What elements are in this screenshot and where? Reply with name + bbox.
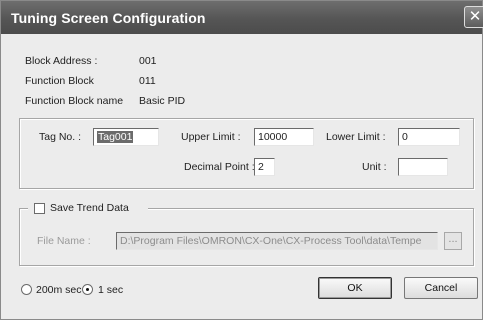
block-address-label: Block Address : [25,55,98,67]
radio-200ms-label[interactable]: 200m sec [36,284,82,296]
radio-1s-label[interactable]: 1 sec [98,284,123,296]
lower-limit-input[interactable]: 0 [398,128,460,146]
dialog-title: Tuning Screen Configuration [11,10,206,26]
browse-button[interactable]: ... [444,232,462,250]
block-address-value: 001 [139,55,157,67]
decimal-point-input[interactable]: 2 [254,158,275,176]
dialog-window: Tuning Screen Configuration ✕ Block Addr… [0,0,483,320]
lower-limit-label: Lower Limit : [326,131,386,143]
close-icon: ✕ [468,8,482,25]
upper-limit-label: Upper Limit : [181,131,241,143]
save-trend-label[interactable]: Save Trend Data [50,202,129,214]
file-name-input[interactable]: D:\Program Files\OMRON\CX-One\CX-Process… [116,232,438,250]
unit-label: Unit : [362,161,387,173]
file-name-label: File Name : [37,235,91,247]
function-block-label: Function Block [25,75,94,87]
ok-button[interactable]: OK [318,277,392,299]
tag-no-label: Tag No. : [39,131,82,143]
title-bar[interactable]: Tuning Screen Configuration [1,1,482,34]
unit-input[interactable] [398,158,448,176]
tag-no-value: Tag001 [97,131,134,143]
function-block-name-label: Function Block name [25,95,124,107]
function-block-name-value: Basic PID [139,95,186,107]
tag-no-input[interactable]: Tag001 [93,128,159,146]
save-trend-checkbox[interactable] [34,203,45,214]
close-button[interactable]: ✕ [464,6,483,28]
function-block-value: 011 [139,75,156,87]
upper-limit-input[interactable]: 10000 [254,128,314,146]
radio-1s[interactable] [82,284,93,295]
cancel-button[interactable]: Cancel [404,277,478,299]
decimal-point-label: Decimal Point : [184,161,255,173]
radio-200ms[interactable] [21,284,32,295]
